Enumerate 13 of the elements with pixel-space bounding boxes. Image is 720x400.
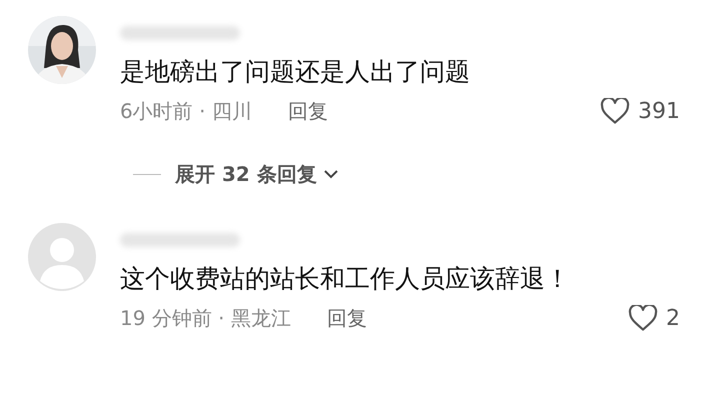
comment-time-location: 19 分钟前 · 黑龙江 xyxy=(120,305,291,332)
expand-replies-link[interactable]: 展开 32 条回复 xyxy=(175,160,317,188)
like-count: 2 xyxy=(666,306,680,331)
heart-icon[interactable] xyxy=(628,305,658,332)
comment-time-location: 6小时前 · 四川 xyxy=(120,98,252,125)
reply-link[interactable]: 回复 xyxy=(288,98,328,125)
avatar-icon xyxy=(28,223,96,291)
like-count: 391 xyxy=(638,99,680,124)
comment-text: 这个收费站的站长和工作人员应该辞退！ xyxy=(120,263,571,295)
reply-link[interactable]: 回复 xyxy=(326,305,367,332)
comment-text: 是地磅出了问题还是人出了问题 xyxy=(120,56,471,88)
chevron-down-icon[interactable] xyxy=(322,169,339,179)
heart-icon[interactable] xyxy=(600,98,630,125)
